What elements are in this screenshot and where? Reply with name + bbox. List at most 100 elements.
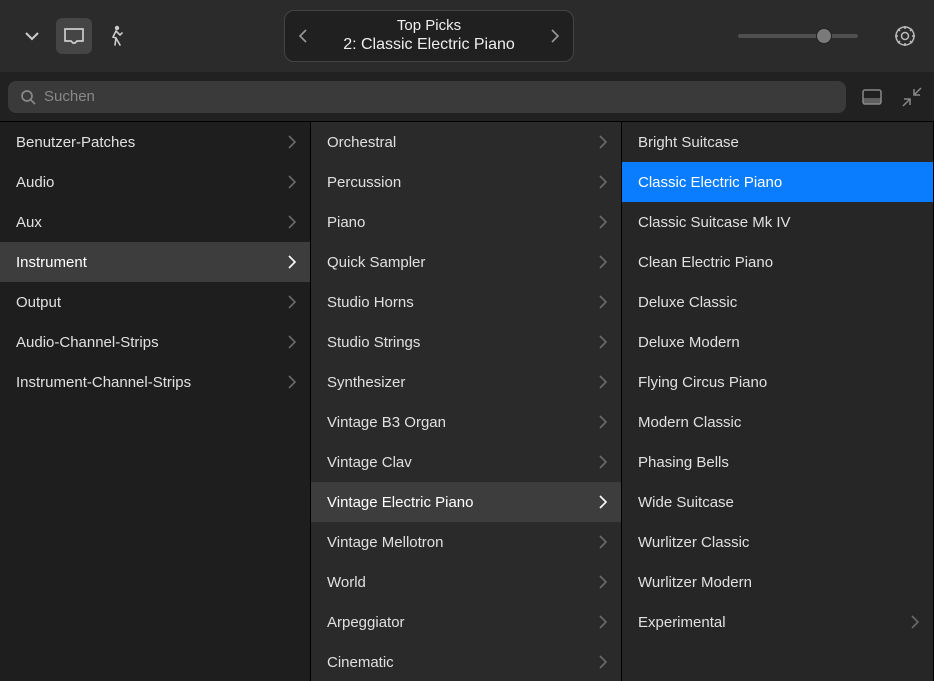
list-item-label: Vintage Electric Piano — [327, 494, 473, 511]
library-button[interactable] — [56, 18, 92, 54]
list-item-label: Deluxe Modern — [638, 334, 740, 351]
list-item-label: Deluxe Classic — [638, 294, 737, 311]
chevron-right-icon — [288, 295, 296, 309]
list-item[interactable]: Audio — [0, 162, 310, 202]
list-item[interactable]: Deluxe Modern — [622, 322, 933, 362]
submenu-indicator — [599, 175, 607, 189]
browser-columns: Benutzer-Patches Audio Aux InstrumentOutput… — [0, 122, 934, 681]
list-item[interactable]: Deluxe Classic — [622, 282, 933, 322]
chevron-right-icon — [550, 28, 560, 44]
list-item[interactable]: Vintage Clav — [311, 442, 621, 482]
chevron-right-icon — [599, 135, 607, 149]
list-item[interactable]: Aux — [0, 202, 310, 242]
list-item[interactable]: Wide Suitcase — [622, 482, 933, 522]
list-item-label: World — [327, 574, 366, 591]
list-item[interactable]: Classic Suitcase Mk IV — [622, 202, 933, 242]
list-item[interactable]: Orchestral — [311, 122, 621, 162]
collapse-button[interactable] — [898, 83, 926, 111]
submenu-indicator — [288, 135, 296, 149]
list-item[interactable]: Studio Strings — [311, 322, 621, 362]
list-item-label: Classic Electric Piano — [638, 174, 782, 191]
submenu-indicator — [599, 415, 607, 429]
list-item-label: Bright Suitcase — [638, 134, 739, 151]
chevron-right-icon — [599, 535, 607, 549]
chevron-right-icon — [599, 175, 607, 189]
list-item[interactable]: Modern Classic — [622, 402, 933, 442]
submenu-indicator — [599, 335, 607, 349]
list-item[interactable]: Flying Circus Piano — [622, 362, 933, 402]
chevron-right-icon — [599, 215, 607, 229]
list-item[interactable]: Cinematic — [311, 642, 621, 681]
inbox-icon — [63, 27, 85, 45]
list-item-label: Vintage Clav — [327, 454, 412, 471]
list-item[interactable]: Percussion — [311, 162, 621, 202]
column-2: Orchestral Percussion Piano Quick Sampler St… — [311, 122, 622, 681]
list-item[interactable]: Arpeggiator — [311, 602, 621, 642]
pose-button[interactable] — [98, 18, 134, 54]
slider-track — [738, 34, 858, 38]
list-item-label: Studio Strings — [327, 334, 420, 351]
list-item[interactable]: Synthesizer — [311, 362, 621, 402]
search-input[interactable] — [44, 88, 834, 105]
list-item[interactable]: Piano — [311, 202, 621, 242]
list-item-label: Piano — [327, 214, 365, 231]
list-item[interactable]: Instrument — [0, 242, 310, 282]
chevron-left-icon — [298, 28, 308, 44]
list-item-label: Orchestral — [327, 134, 396, 151]
view-toggle-button[interactable] — [858, 83, 886, 111]
list-item[interactable]: Benutzer-Patches — [0, 122, 310, 162]
list-item[interactable]: Output — [0, 282, 310, 322]
submenu-indicator — [599, 135, 607, 149]
list-item-label: Vintage Mellotron — [327, 534, 443, 551]
list-item[interactable]: Bright Suitcase — [622, 122, 933, 162]
submenu-indicator — [599, 495, 607, 509]
panel-icon — [862, 89, 882, 105]
list-item[interactable]: Experimental — [622, 602, 933, 642]
list-item-label: Wurlitzer Modern — [638, 574, 752, 591]
list-item[interactable]: Wurlitzer Classic — [622, 522, 933, 562]
chevron-right-icon — [288, 255, 296, 269]
list-item-label: Modern Classic — [638, 414, 741, 431]
submenu-indicator — [288, 295, 296, 309]
list-item[interactable]: Audio-Channel-Strips — [0, 322, 310, 362]
list-item-label: Audio — [16, 174, 54, 191]
submenu-indicator — [288, 375, 296, 389]
search-box[interactable] — [8, 81, 846, 113]
submenu-indicator — [599, 375, 607, 389]
list-item[interactable]: Vintage B3 Organ — [311, 402, 621, 442]
list-item-label: Instrument-Channel-Strips — [16, 374, 191, 391]
settings-button[interactable] — [890, 21, 920, 51]
list-item[interactable]: Classic Electric Piano — [622, 162, 933, 202]
list-item-label: Synthesizer — [327, 374, 405, 391]
list-item-label: Cinematic — [327, 654, 394, 671]
list-item[interactable]: Vintage Electric Piano — [311, 482, 621, 522]
list-item-label: Audio-Channel-Strips — [16, 334, 159, 351]
list-item[interactable]: World — [311, 562, 621, 602]
preset-title[interactable]: Top Picks 2: Classic Electric Piano — [315, 16, 543, 56]
preset-display: Top Picks 2: Classic Electric Piano — [284, 10, 574, 62]
submenu-indicator — [599, 655, 607, 669]
list-item-label: Arpeggiator — [327, 614, 405, 631]
list-item-label: Percussion — [327, 174, 401, 191]
chevron-right-icon — [599, 455, 607, 469]
submenu-indicator — [288, 335, 296, 349]
list-item-label: Aux — [16, 214, 42, 231]
list-item-label: Studio Horns — [327, 294, 414, 311]
chevron-right-icon — [599, 295, 607, 309]
slider-thumb[interactable] — [816, 28, 832, 44]
chevron-right-icon — [288, 215, 296, 229]
list-item-label: Flying Circus Piano — [638, 374, 767, 391]
chevron-right-icon — [599, 615, 607, 629]
list-item[interactable]: Vintage Mellotron — [311, 522, 621, 562]
list-item[interactable]: Quick Sampler — [311, 242, 621, 282]
list-item[interactable]: Clean Electric Piano — [622, 242, 933, 282]
list-item[interactable]: Studio Horns — [311, 282, 621, 322]
dropdown-menu-button[interactable] — [14, 18, 50, 54]
volume-slider[interactable] — [738, 34, 858, 38]
prev-preset-button[interactable] — [291, 16, 315, 56]
list-item-label: Benutzer-Patches — [16, 134, 135, 151]
list-item[interactable]: Wurlitzer Modern — [622, 562, 933, 602]
list-item[interactable]: Instrument-Channel-Strips — [0, 362, 310, 402]
next-preset-button[interactable] — [543, 16, 567, 56]
list-item[interactable]: Phasing Bells — [622, 442, 933, 482]
